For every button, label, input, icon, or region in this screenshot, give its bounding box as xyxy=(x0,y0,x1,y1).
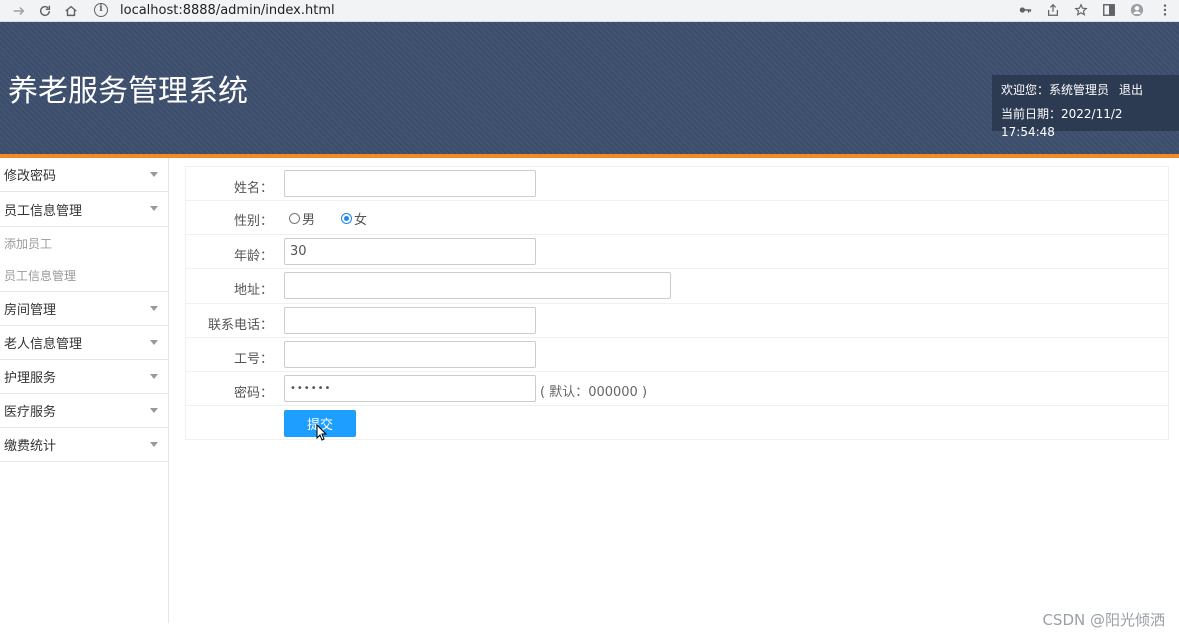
sidebar-item-label: 修改密码 xyxy=(4,169,57,184)
mouse-cursor-icon xyxy=(316,424,328,441)
app-header: 养老服务管理系统 欢迎您：系统管理员 退出 当前日期：2022/11/2 17:5… xyxy=(0,22,1179,155)
sidebar-item-medical-service[interactable]: 医疗服务 xyxy=(0,394,168,428)
password-hint: ( 默认：000000 ) xyxy=(540,385,648,400)
sidebar-item-nursing-service[interactable]: 护理服务 xyxy=(0,360,168,394)
browser-toolbar: i localhost:8888/admin/index.html xyxy=(0,0,1179,22)
current-date: 当前日期：2022/11/2 17:54:48 xyxy=(1001,107,1123,139)
sidebar-subitem-label: 添加员工 xyxy=(4,236,53,251)
home-icon[interactable] xyxy=(58,0,84,22)
jobno-input[interactable] xyxy=(284,341,536,368)
address-label: 地址： xyxy=(233,283,273,298)
gender-male-label: 男 xyxy=(302,213,316,228)
sidebar-item-label: 员工信息管理 xyxy=(4,203,83,219)
password-label: 密码： xyxy=(233,386,273,401)
sidebar-item-payment-stats[interactable]: 缴费统计 xyxy=(0,428,168,462)
key-icon[interactable] xyxy=(1015,0,1035,20)
name-input[interactable] xyxy=(284,170,536,197)
header-accent-bar xyxy=(0,154,1179,158)
caret-down-icon xyxy=(150,374,158,379)
sidebar: 修改密码 员工信息管理 添加员工 员工信息管理 房间管理 老人信息管理 护理服务… xyxy=(0,158,169,623)
menu-dots-icon[interactable] xyxy=(1155,0,1175,20)
caret-down-icon xyxy=(150,408,158,413)
form-row-name: 姓名： xyxy=(186,167,1168,201)
password-input[interactable]: •••••• xyxy=(284,375,536,402)
add-staff-form: 姓名： 性别： 男 女 年龄： 30 地址： 联系电话： 工号： 密码： ••• xyxy=(185,166,1169,440)
phone-input[interactable] xyxy=(284,307,536,334)
form-row-gender: 性别： 男 女 xyxy=(186,201,1168,235)
form-row-address: 地址： xyxy=(186,269,1168,304)
radio-male[interactable] xyxy=(289,213,300,224)
sidebar-item-elder-management[interactable]: 老人信息管理 xyxy=(0,326,168,360)
caret-down-icon xyxy=(150,172,158,177)
sidebar-subitem-add-staff[interactable]: 添加员工 xyxy=(0,226,168,259)
caret-down-icon xyxy=(150,206,158,211)
jobno-label: 工号： xyxy=(233,352,273,367)
caret-down-icon xyxy=(150,340,158,345)
age-label: 年龄： xyxy=(233,249,273,264)
address-bar[interactable]: i localhost:8888/admin/index.html xyxy=(94,0,994,20)
app-title: 养老服务管理系统 xyxy=(8,74,248,109)
sidebar-item-label: 缴费统计 xyxy=(4,439,57,454)
sidebar-subitem-staff-list[interactable]: 员工信息管理 xyxy=(0,259,168,292)
age-input[interactable]: 30 xyxy=(284,238,536,265)
gender-radio-group: 男 女 xyxy=(289,209,393,228)
forward-icon[interactable] xyxy=(6,0,32,22)
sidebar-item-room-management[interactable]: 房间管理 xyxy=(0,292,168,326)
sidebar-item-change-password[interactable]: 修改密码 xyxy=(0,158,168,192)
reload-icon[interactable] xyxy=(32,0,58,22)
gender-male-option[interactable]: 男 xyxy=(289,209,315,228)
share-icon[interactable] xyxy=(1043,0,1063,20)
user-info-box: 欢迎您：系统管理员 退出 当前日期：2022/11/2 17:54:48 xyxy=(992,75,1179,139)
sidebar-item-label: 医疗服务 xyxy=(4,405,57,420)
gender-female-option[interactable]: 女 xyxy=(341,209,367,228)
watermark: CSDN @阳光倾洒 xyxy=(1042,611,1165,629)
info-icon[interactable]: i xyxy=(94,3,108,17)
form-row-phone: 联系电话： xyxy=(186,304,1168,338)
phone-label: 联系电话： xyxy=(207,318,273,333)
sidebar-item-label: 房间管理 xyxy=(4,303,57,318)
gender-label: 性别： xyxy=(233,214,273,229)
star-icon[interactable] xyxy=(1071,0,1091,20)
caret-down-icon xyxy=(150,306,158,311)
sidebar-subitem-label: 员工信息管理 xyxy=(4,268,77,283)
sidepanel-icon[interactable] xyxy=(1099,0,1119,20)
profile-icon[interactable] xyxy=(1127,0,1147,20)
address-input[interactable] xyxy=(284,272,671,299)
welcome-text: 欢迎您：系统管理员 xyxy=(1001,83,1110,97)
name-label: 姓名： xyxy=(233,181,273,196)
sidebar-item-label: 老人信息管理 xyxy=(4,337,83,352)
radio-female[interactable] xyxy=(341,213,353,224)
url-text: localhost:8888/admin/index.html xyxy=(120,2,335,18)
form-row-password: 密码： •••••• ( 默认：000000 ) xyxy=(186,372,1168,406)
sidebar-item-staff-management[interactable]: 员工信息管理 xyxy=(0,192,168,226)
gender-female-label: 女 xyxy=(354,213,368,228)
logout-link[interactable]: 退出 xyxy=(1119,83,1143,97)
form-row-jobno: 工号： xyxy=(186,338,1168,372)
caret-down-icon xyxy=(150,442,158,447)
sidebar-item-label: 护理服务 xyxy=(4,371,57,386)
form-row-age: 年龄： 30 xyxy=(186,235,1168,269)
